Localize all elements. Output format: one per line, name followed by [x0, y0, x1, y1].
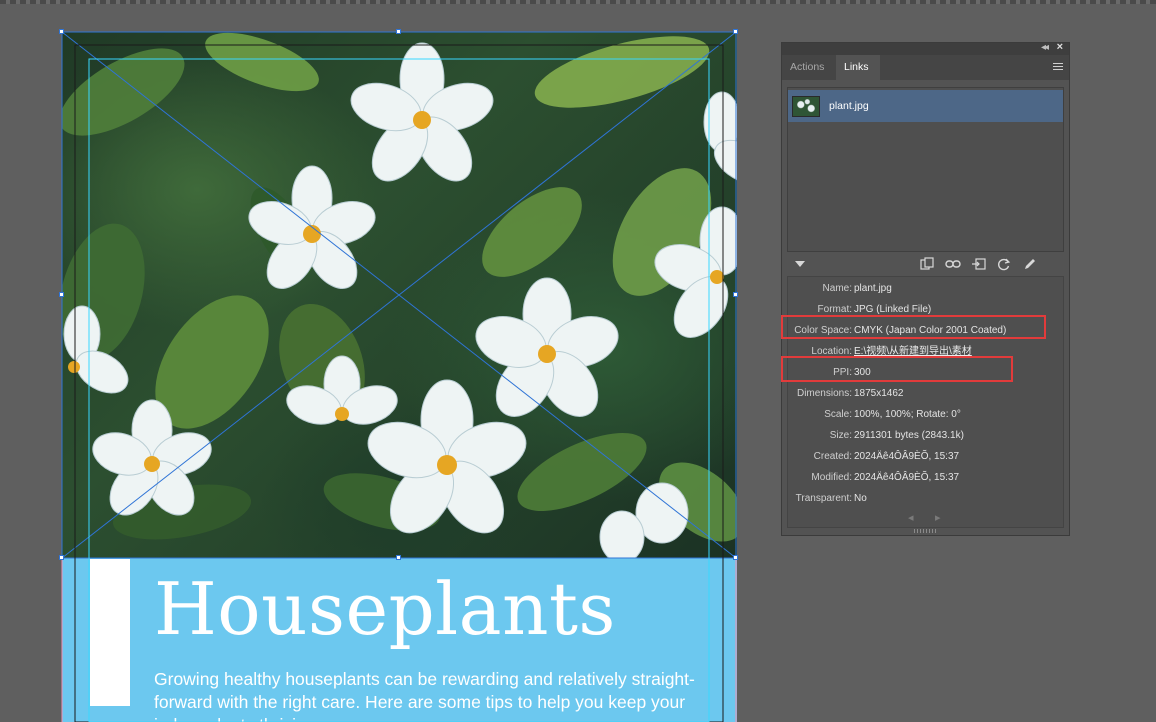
panel-resize-grip[interactable] [914, 529, 938, 533]
info-row-transparent: Transparent: No [795, 493, 867, 504]
info-row-modified: Modified: 2024Äê4ÔÂ9ÈÕ, 15:37 [811, 472, 960, 483]
relink-icon[interactable] [919, 257, 935, 271]
link-info: Name: plant.jpg Format: JPG (Linked File… [787, 276, 1064, 528]
info-row-ppi: PPI: 300 [833, 367, 871, 378]
disclosure-triangle-icon[interactable] [795, 261, 805, 267]
plant-image[interactable] [62, 32, 737, 558]
link-item[interactable]: plant.jpg [788, 90, 1063, 122]
resize-handle[interactable] [59, 555, 64, 560]
tab-links[interactable]: Links [836, 55, 880, 80]
resize-handle[interactable] [59, 292, 64, 297]
headline[interactable]: Houseplants [154, 564, 616, 654]
resize-handle[interactable] [396, 29, 401, 34]
info-row-scale: Scale: 100%, 100%; Rotate: 0° [824, 409, 961, 420]
info-row-location: Location: E:\视频\从新建到导出\素材 [788, 341, 1065, 362]
update-link-icon[interactable] [996, 257, 1012, 271]
flower-illustration [62, 32, 737, 558]
panel-tabs: Actions Links [782, 55, 1069, 80]
resize-handle[interactable] [59, 29, 64, 34]
info-row-dimensions: Dimensions: 1875x1462 [796, 388, 904, 399]
info-row-created: Created: 2024Äê4ÔÂ9ÈÕ, 15:37 [813, 451, 960, 462]
ruler-strip [0, 0, 1156, 4]
resize-handle[interactable] [396, 555, 401, 560]
resize-handle[interactable] [733, 292, 738, 297]
panel-menu-icon[interactable] [1053, 61, 1063, 72]
goto-link-icon[interactable] [945, 257, 961, 271]
location-link[interactable]: E:\视频\从新建到导出\素材 [854, 341, 972, 362]
body-text[interactable]: Growing healthy houseplants can be rewar… [154, 668, 714, 722]
next-icon[interactable]: ▸ [935, 511, 941, 524]
panel-header-bar: ◂◂ × [782, 41, 1069, 55]
edit-original-icon[interactable] [1022, 257, 1038, 271]
tab-actions[interactable]: Actions [782, 55, 836, 80]
link-thumbnail [792, 96, 820, 117]
close-icon[interactable]: × [1057, 41, 1063, 53]
info-row-format: Format: JPG (Linked File) [817, 304, 932, 315]
link-item-name: plant.jpg [829, 100, 869, 112]
embed-icon[interactable] [971, 257, 987, 271]
resize-handle[interactable] [733, 555, 738, 560]
info-row-size: Size: 2911301 bytes (2843.1k) [829, 430, 964, 441]
info-row-name: Name: plant.jpg [822, 283, 892, 294]
accent-bar[interactable] [90, 559, 130, 706]
info-pager: ◂ ▸ [782, 511, 1069, 525]
document-page[interactable]: Houseplants Growing healthy houseplants … [62, 32, 737, 722]
prev-icon[interactable]: ◂ [908, 511, 914, 524]
link-list[interactable]: plant.jpg [787, 87, 1064, 252]
links-toolbar [782, 255, 1069, 273]
links-panel: ◂◂ × Actions Links plant.jpg Name: plant… [781, 41, 1070, 536]
resize-handle[interactable] [733, 29, 738, 34]
collapse-icon[interactable]: ◂◂ [1041, 42, 1049, 53]
info-row-color-space: Color Space: CMYK (Japan Color 2001 Coat… [794, 325, 1007, 336]
